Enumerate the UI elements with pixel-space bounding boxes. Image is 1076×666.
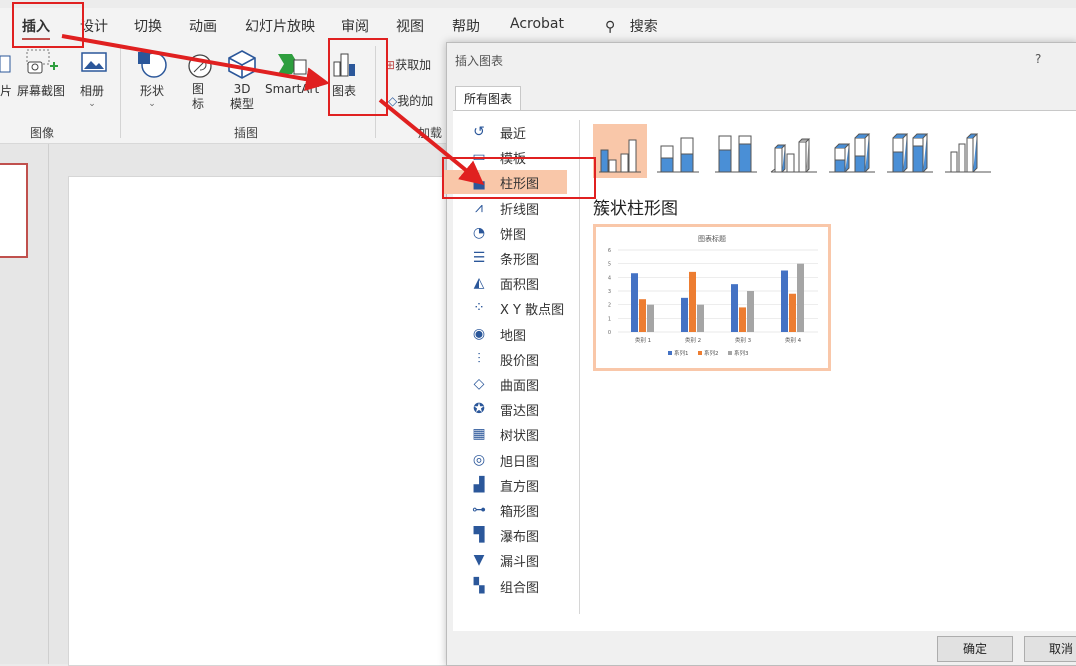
arrow-to-column-category — [378, 98, 485, 186]
arrow-to-chart-button — [61, 34, 330, 92]
annotation-arrows — [61, 34, 485, 186]
